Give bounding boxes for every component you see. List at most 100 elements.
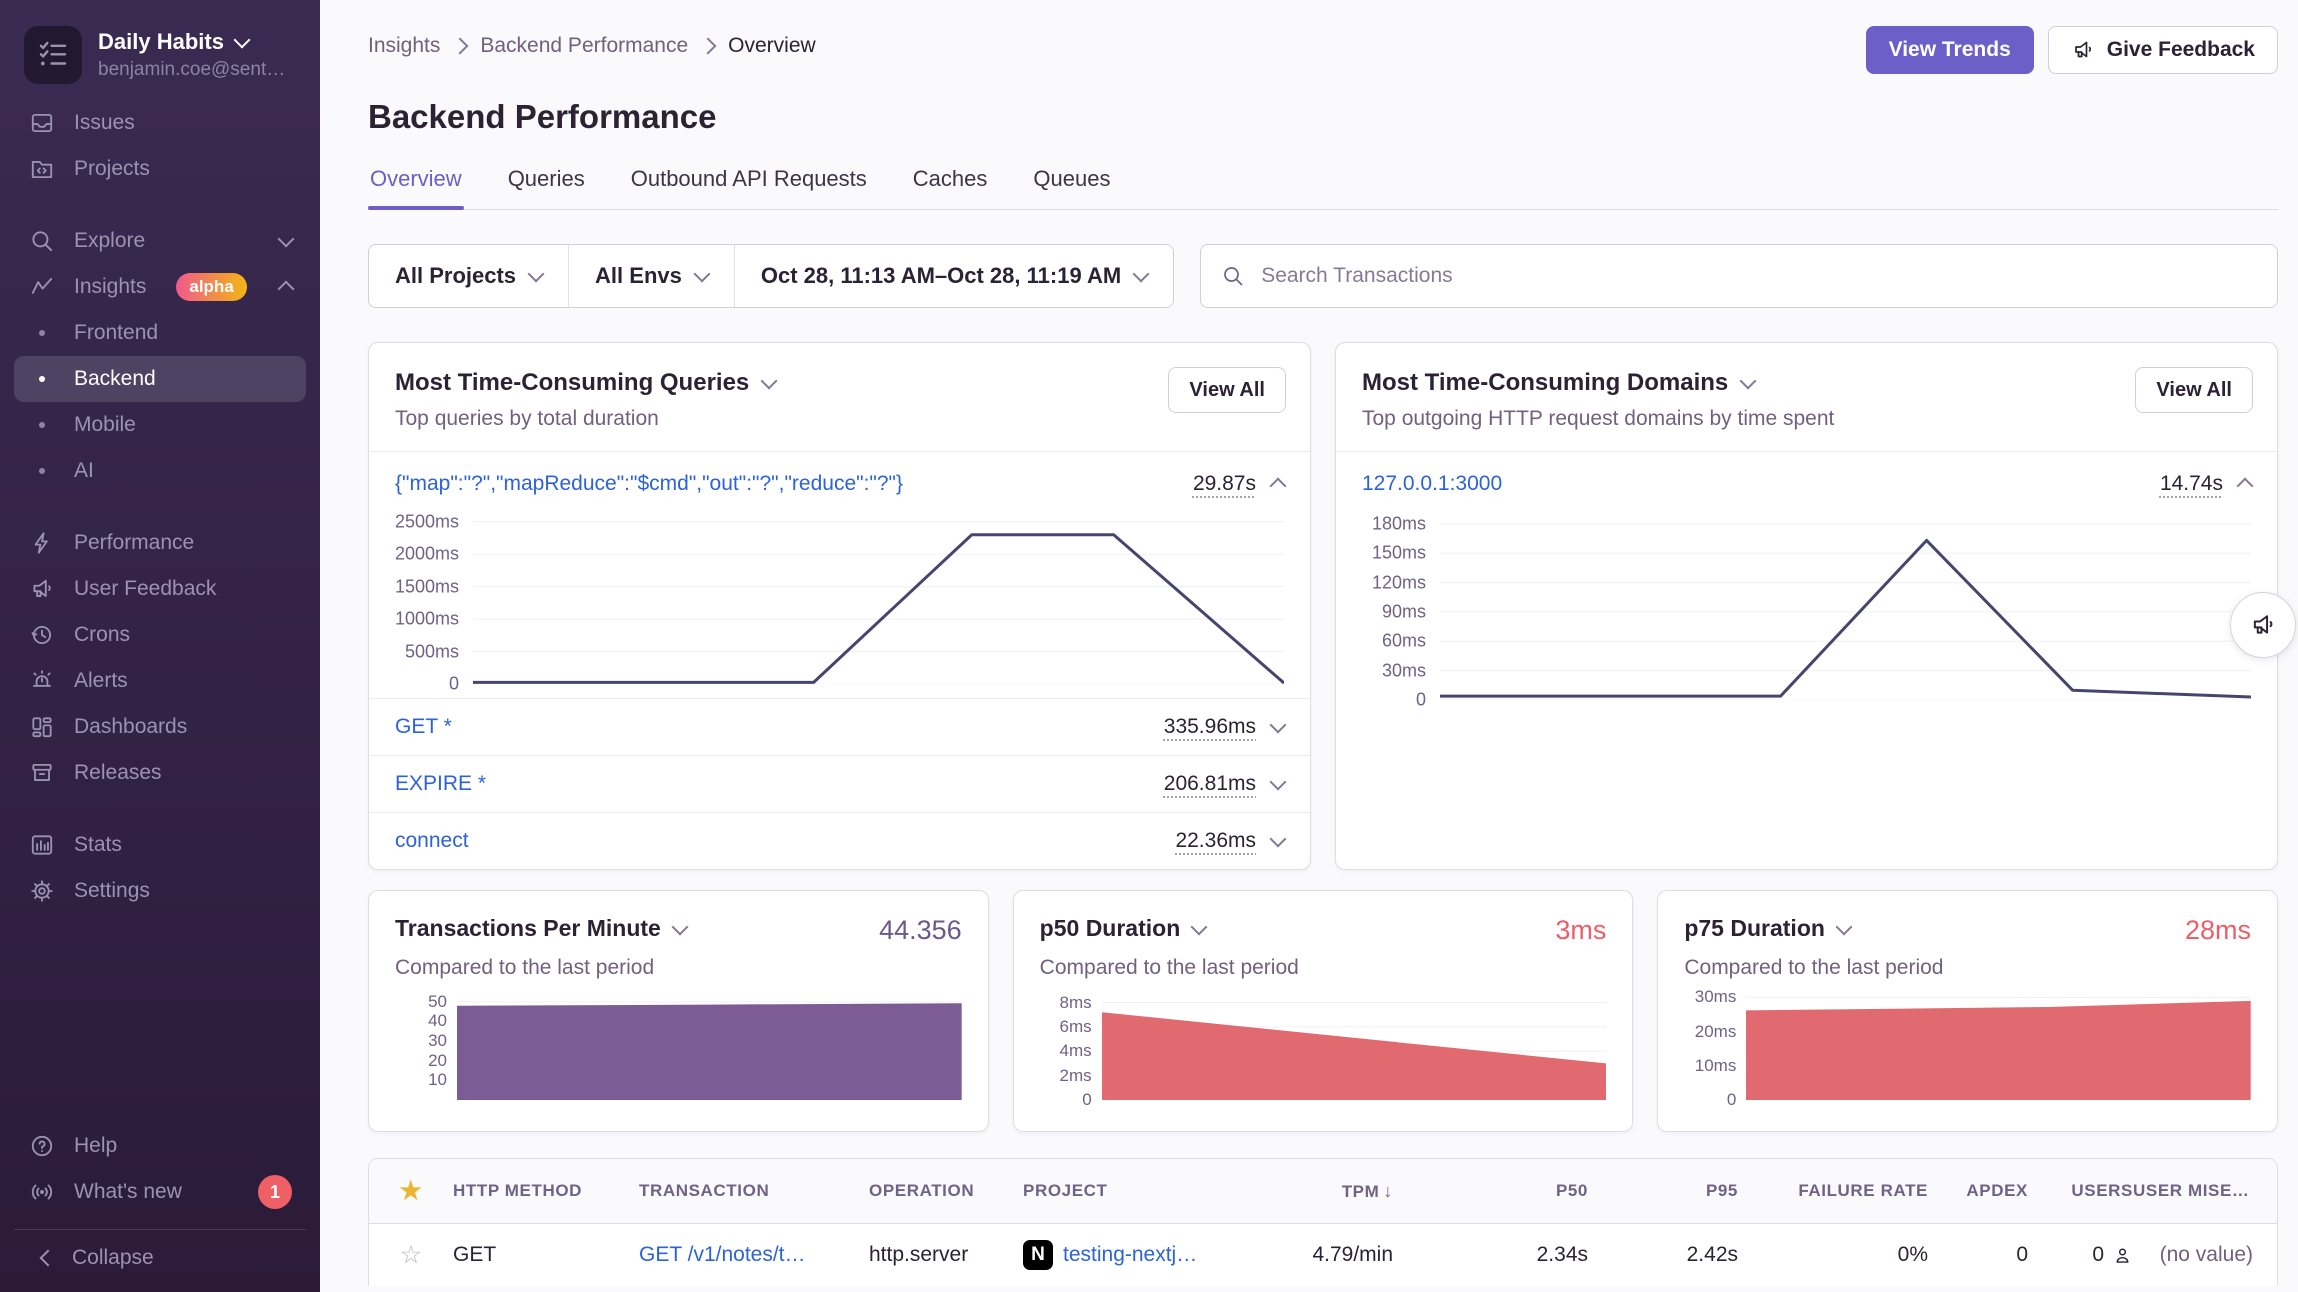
card-subtitle: Compared to the last period [1684, 956, 2251, 980]
queries-duration-chart: 2500ms2000ms1500ms1000ms500ms0 [369, 512, 1284, 684]
p75-value: 28ms [2185, 915, 2251, 946]
bullet-icon [28, 468, 56, 474]
column-header-users[interactable]: USERS [2028, 1181, 2133, 1201]
chevron-down-icon[interactable] [671, 918, 688, 935]
sidebar-footer: Help What's new 1 Collapse [0, 1123, 320, 1292]
tpm-cell: 4.79/min [1283, 1243, 1393, 1267]
issues-icon [28, 110, 56, 136]
sidebar-item-issues[interactable]: Issues [14, 100, 306, 146]
column-header-failure-rate[interactable]: FAILURE RATE [1738, 1181, 1928, 1201]
domains-panel-title: Most Time-Consuming Domains [1362, 369, 1728, 397]
environment-filter[interactable]: All Envs [568, 245, 734, 307]
query-link[interactable]: GET * [395, 715, 452, 739]
queries-view-all-button[interactable]: View All [1168, 367, 1286, 413]
star-toggle[interactable]: ☆ [369, 1240, 453, 1270]
sidebar-item-frontend[interactable]: Frontend [14, 310, 306, 356]
column-header-http-method[interactable]: HTTP METHOD [453, 1181, 639, 1201]
apdex-cell: 0 [1928, 1243, 2028, 1267]
sidebar-item-explore[interactable]: Explore [14, 218, 306, 264]
sidebar-collapse-button[interactable]: Collapse [14, 1229, 306, 1292]
sidebar-item-crons[interactable]: Crons [14, 612, 306, 658]
domain-link[interactable]: 127.0.0.1:3000 [1362, 472, 1502, 496]
breadcrumb-backend-performance[interactable]: Backend Performance [480, 34, 688, 58]
p50-value: 3ms [1555, 915, 1606, 946]
sidebar-item-alerts[interactable]: Alerts [14, 658, 306, 704]
tab-overview[interactable]: Overview [368, 166, 464, 209]
star-column-header-icon[interactable]: ★ [369, 1176, 453, 1206]
domain-total-duration: 14.74s [2160, 472, 2223, 496]
column-header-transaction[interactable]: TRANSACTION [639, 1181, 869, 1201]
chevron-down-icon[interactable] [1191, 918, 1208, 935]
p50-duration-card: p50 Duration 3ms Compared to the last pe… [1013, 890, 1634, 1132]
sidebar-item-releases[interactable]: Releases [14, 750, 306, 796]
chevron-up-icon[interactable] [1270, 478, 1287, 495]
transaction-link[interactable]: GET /v1/notes/t… [639, 1243, 869, 1267]
sidebar-item-performance[interactable]: Performance [14, 520, 306, 566]
org-switcher[interactable]: Daily Habits benjamin.coe@sent… [0, 18, 320, 90]
view-trends-button[interactable]: View Trends [1866, 26, 2034, 74]
sidebar-item-settings[interactable]: Settings [14, 868, 306, 914]
org-avatar [24, 26, 82, 84]
sidebar-item-user-feedback[interactable]: User Feedback [14, 566, 306, 612]
column-header-operation[interactable]: OPERATION [869, 1181, 1023, 1201]
chevron-down-icon[interactable] [1270, 774, 1287, 791]
column-header-p50[interactable]: P50 [1393, 1181, 1588, 1201]
sidebar-item-label: Explore [74, 229, 145, 253]
project-link[interactable]: testing-nextj… [1063, 1243, 1197, 1267]
tab-caches[interactable]: Caches [911, 166, 990, 209]
breadcrumb-insights[interactable]: Insights [368, 34, 440, 58]
sidebar: Daily Habits benjamin.coe@sent… Issues P… [0, 0, 320, 1292]
project-filter[interactable]: All Projects [369, 245, 568, 307]
chevron-down-icon[interactable] [1270, 831, 1287, 848]
archive-box-icon [28, 760, 56, 786]
sidebar-item-insights[interactable]: Insights alpha [14, 264, 306, 310]
query-row: connect 22.36ms [369, 812, 1310, 869]
column-header-project[interactable]: PROJECT [1023, 1181, 1283, 1201]
column-header-user-misery[interactable]: USER MISERY [2133, 1181, 2277, 1201]
column-header-p95[interactable]: P95 [1588, 1181, 1738, 1201]
p50-area-chart: 8ms6ms4ms2ms0 [1040, 994, 1607, 1100]
sidebar-item-stats[interactable]: Stats [14, 822, 306, 868]
query-link[interactable]: {"map":"?","mapReduce":"$cmd","out":"?",… [395, 472, 903, 496]
sidebar-item-mobile[interactable]: Mobile [14, 402, 306, 448]
give-feedback-button[interactable]: Give Feedback [2048, 26, 2278, 74]
clock-icon [28, 622, 56, 648]
table-row: ☆ GET GET /v1/notes/t… http.server N tes… [369, 1224, 2277, 1286]
date-range-filter[interactable]: Oct 28, 11:13 AM–Oct 28, 11:19 AM [734, 245, 1173, 307]
column-header-apdex[interactable]: APDEX [1928, 1181, 2028, 1201]
sidebar-item-help[interactable]: Help [14, 1123, 306, 1169]
sidebar-item-ai[interactable]: AI [14, 448, 306, 494]
tab-outbound-api-requests[interactable]: Outbound API Requests [629, 166, 869, 209]
chevron-down-icon[interactable] [1740, 373, 1757, 390]
sidebar-item-projects[interactable]: Projects [14, 146, 306, 192]
floating-feedback-button[interactable] [2230, 592, 2296, 658]
sidebar-item-dashboards[interactable]: Dashboards [14, 704, 306, 750]
chevron-up-icon[interactable] [2237, 478, 2254, 495]
sidebar-item-whats-new[interactable]: What's new 1 [14, 1169, 306, 1215]
search-transactions-input[interactable] [1259, 263, 2257, 289]
sidebar-item-backend[interactable]: Backend [14, 356, 306, 402]
sidebar-item-label: Issues [74, 111, 135, 135]
chevron-down-icon[interactable] [1270, 717, 1287, 734]
query-link[interactable]: connect [395, 829, 469, 853]
queries-panel-title: Most Time-Consuming Queries [395, 369, 749, 397]
users-count: 0 [2092, 1243, 2104, 1267]
page-title: Backend Performance [368, 98, 2278, 136]
query-link[interactable]: EXPIRE * [395, 772, 486, 796]
chevron-down-icon[interactable] [761, 373, 778, 390]
nextjs-platform-icon: N [1023, 1240, 1053, 1270]
bar-chart-icon [28, 832, 56, 858]
org-name: Daily Habits [98, 29, 224, 55]
transactions-table: ★ HTTP METHOD TRANSACTION OPERATION PROJ… [368, 1158, 2278, 1286]
siren-icon [28, 668, 56, 694]
sidebar-item-label: Help [74, 1134, 117, 1158]
sidebar-item-label: Settings [74, 879, 150, 903]
give-feedback-label: Give Feedback [2107, 38, 2255, 62]
domains-view-all-button[interactable]: View All [2135, 367, 2253, 413]
tab-queries[interactable]: Queries [506, 166, 587, 209]
tab-queues[interactable]: Queues [1031, 166, 1112, 209]
http-method-cell: GET [453, 1243, 639, 1267]
column-header-tpm[interactable]: TPM↓ [1283, 1181, 1393, 1202]
chevron-down-icon[interactable] [1835, 918, 1852, 935]
query-duration: 335.96ms [1164, 715, 1256, 739]
